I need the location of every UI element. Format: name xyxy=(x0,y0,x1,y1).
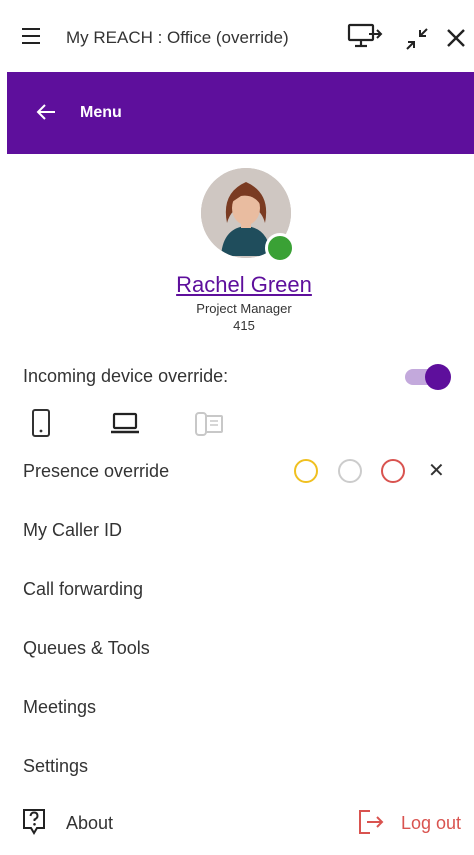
desk-phone-icon[interactable] xyxy=(194,411,226,442)
user-extension: 415 xyxy=(233,318,255,333)
help-icon xyxy=(23,809,45,835)
logout-label: Log out xyxy=(401,813,462,833)
presence-override-label: Presence override xyxy=(23,461,170,481)
minimize-icon[interactable] xyxy=(404,26,430,57)
close-icon[interactable]: ✕ xyxy=(428,458,445,483)
presence-away-option[interactable] xyxy=(294,459,318,483)
about-label: About xyxy=(66,813,114,833)
menu-title: Menu xyxy=(80,104,122,121)
presence-busy-option[interactable] xyxy=(381,459,405,483)
mobile-phone-icon[interactable] xyxy=(31,408,51,443)
close-window-icon[interactable] xyxy=(444,26,468,55)
display-share-icon[interactable] xyxy=(347,22,385,55)
menu-header: Menu xyxy=(7,72,474,154)
user-role: Project Manager xyxy=(196,301,292,316)
hamburger-menu-icon[interactable] xyxy=(22,28,40,44)
window-title: My REACH : Office (override) xyxy=(66,28,289,47)
logout-icon xyxy=(359,810,384,834)
arrow-left-icon[interactable] xyxy=(35,102,57,127)
logout-button[interactable]: Log out xyxy=(357,808,461,841)
menu-item-meetings[interactable]: Meetings xyxy=(23,697,96,718)
menu-item-caller-id[interactable]: My Caller ID xyxy=(23,520,122,541)
device-override-toggle[interactable] xyxy=(405,364,451,390)
device-override-label: Incoming device override: xyxy=(23,366,229,386)
menu-item-call-forwarding[interactable]: Call forwarding xyxy=(23,579,143,600)
presence-available-option[interactable] xyxy=(338,459,362,483)
about-button[interactable]: About xyxy=(22,808,113,841)
presence-status-dot xyxy=(265,233,295,263)
menu-item-settings[interactable]: Settings xyxy=(23,756,88,777)
title-bar: My REACH : Office (override) xyxy=(0,0,474,72)
user-name-link[interactable]: Rachel Green xyxy=(0,272,474,298)
menu-item-queues-tools[interactable]: Queues & Tools xyxy=(23,638,150,659)
laptop-icon[interactable] xyxy=(110,412,140,441)
